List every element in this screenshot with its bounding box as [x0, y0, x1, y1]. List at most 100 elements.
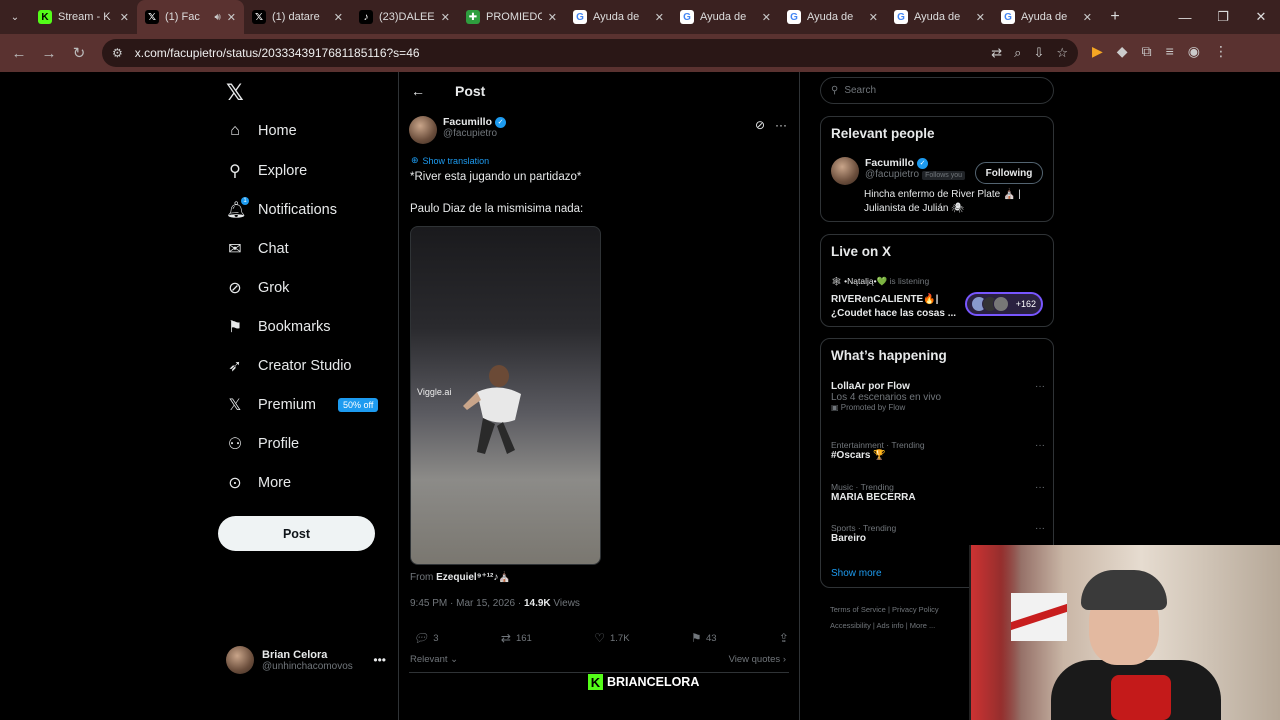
maximize-icon[interactable]: ❐ — [1204, 0, 1242, 34]
show-translation-link[interactable]: ⊕ Show translation — [411, 155, 489, 166]
browser-menu-icon[interactable]: ⋮ — [1214, 43, 1228, 60]
nav-notifications[interactable]: 🔔︎ 1 Notifications — [226, 197, 337, 220]
nav-bookmarks[interactable]: ⚑ Bookmarks — [226, 317, 331, 337]
extension-diamond-icon[interactable]: ◆ — [1117, 43, 1128, 60]
browser-tab[interactable]: G Ayuda de ✕ — [565, 0, 672, 34]
minimize-icon[interactable]: — — [1166, 0, 1204, 34]
zoom-icon[interactable]: ⌕ — [1014, 45, 1021, 61]
trend-item[interactable]: Entertainment · Trending #Oscars 🏆 ··· — [831, 440, 1045, 461]
trend-item[interactable]: LollaAr por Flow Los 4 escenarios en viv… — [831, 381, 1045, 412]
grok-explain-icon[interactable]: ⊘ — [755, 118, 765, 132]
tab-close-icon[interactable]: ✕ — [548, 11, 557, 24]
profile-icon[interactable]: ◉ — [1188, 43, 1200, 60]
trend-more-icon[interactable]: ··· — [1035, 381, 1045, 392]
tab-close-icon[interactable]: ✕ — [762, 11, 771, 24]
trend-item[interactable]: Music · Trending MARIA BECERRA ··· — [831, 482, 1045, 503]
nav-more[interactable]: ⊙ More — [226, 473, 291, 493]
post-time[interactable]: 9:45 PM · Mar 15, 2026 · — [410, 598, 524, 609]
extension-play-icon[interactable]: ▶ — [1092, 43, 1103, 60]
trend-more-icon[interactable]: ··· — [1035, 440, 1045, 451]
like-button[interactable]: ♡ 1.7K — [594, 631, 629, 645]
trend-item[interactable]: Sports · Trending Bareiro ··· — [831, 523, 1045, 544]
tab-label: Ayuda de — [593, 11, 640, 23]
tab-close-icon[interactable]: ✕ — [227, 11, 236, 24]
divider — [409, 672, 789, 673]
tab-close-icon[interactable]: ✕ — [655, 11, 664, 24]
space-title[interactable]: RIVERenCALIENTE🔥| ¿Coudet hace las cosas… — [831, 293, 961, 321]
reply-sort-dropdown[interactable]: Relevant ⌄ — [410, 654, 458, 665]
tab-close-icon[interactable]: ✕ — [976, 11, 985, 24]
bookmark-star-icon[interactable]: ☆ — [1056, 45, 1068, 61]
address-bar[interactable]: ⚙ x.com/facupietro/status/20333439176811… — [102, 39, 1078, 67]
tab-close-icon[interactable]: ✕ — [869, 11, 878, 24]
nav-creator-studio[interactable]: ➶ Creator Studio — [226, 356, 351, 376]
account-switcher[interactable]: Brian Celora @unhinchacomovos ••• — [226, 646, 386, 674]
footer-link[interactable]: More ... — [910, 621, 935, 630]
browser-tab-bar: ⌄ K Stream - K ✕ 𝕏 (1) Fac 🔊︎ ✕ 𝕏 (1) datare ✕ ♪ (2… — [0, 0, 1280, 34]
footer-link[interactable]: Terms of Service — [830, 605, 886, 614]
nav-home[interactable]: ⌂ Home — [226, 122, 297, 140]
view-quotes-link[interactable]: View quotes › — [729, 654, 786, 665]
person-name[interactable]: Facumillo — [865, 157, 914, 169]
install-icon[interactable]: ⇩ — [1033, 45, 1044, 61]
x-logo-icon[interactable]: 𝕏 — [226, 80, 244, 106]
trend-name: #Oscars 🏆 — [831, 450, 886, 461]
nav-premium[interactable]: 𝕏 Premium 50% off — [226, 395, 379, 415]
tab-search-icon[interactable]: ⌄ — [0, 0, 30, 34]
from-user[interactable]: Ezequiel⁹⁺¹²♪⛪ — [436, 572, 511, 583]
listener-name: 🕸 •Nątalją•💚 — [831, 276, 888, 286]
tab-close-icon[interactable]: ✕ — [334, 11, 343, 24]
extensions-puzzle-icon[interactable]: ⧉ — [1142, 43, 1152, 60]
share-button[interactable]: ⇪ — [779, 631, 789, 645]
nav-profile[interactable]: ⚇ Profile — [226, 434, 299, 454]
post-video[interactable]: Viggle.ai — [410, 226, 601, 565]
trend-more-icon[interactable]: ··· — [1035, 482, 1045, 493]
space-join-pill[interactable]: +162 — [965, 292, 1043, 316]
person-handle[interactable]: @facupietro — [865, 169, 919, 180]
bookmark-button[interactable]: ⚑ 43 — [692, 631, 717, 645]
tab-close-icon[interactable]: ✕ — [1083, 11, 1092, 24]
nav-explore[interactable]: ⚲ Explore — [226, 161, 307, 181]
nav-grok[interactable]: ⊘ Grok — [226, 278, 289, 298]
author-handle[interactable]: @facupietro — [443, 128, 506, 139]
reading-list-icon[interactable]: ≡ — [1166, 43, 1174, 60]
browser-tab[interactable]: 𝕏 (1) datare ✕ — [244, 0, 351, 34]
author-avatar[interactable] — [409, 116, 437, 144]
browser-tab[interactable]: G Ayuda de ✕ — [672, 0, 779, 34]
post-button[interactable]: Post — [218, 516, 375, 551]
browser-tab[interactable]: G Ayuda de ✕ — [779, 0, 886, 34]
browser-tab[interactable]: G Ayuda de ✕ — [886, 0, 993, 34]
trend-more-icon[interactable]: ··· — [1035, 523, 1045, 534]
browser-tab[interactable]: G Ayuda de ✕ — [993, 0, 1100, 34]
browser-tab[interactable]: K Stream - K ✕ — [30, 0, 137, 34]
footer-link[interactable]: Privacy Policy — [892, 605, 939, 614]
person-avatar[interactable] — [831, 157, 859, 185]
forward-nav-icon[interactable]: → — [34, 45, 64, 62]
trend-sub: Los 4 escenarios en vivo — [831, 392, 942, 403]
new-tab-button[interactable]: + — [1100, 8, 1130, 26]
site-info-icon[interactable]: ⚙ — [112, 46, 123, 60]
post-more-icon[interactable]: ··· — [775, 118, 787, 132]
reply-button[interactable]: 💬︎ 3 — [413, 631, 439, 645]
tab-close-icon[interactable]: ✕ — [120, 11, 129, 24]
repost-button[interactable]: ⇄ 161 — [501, 631, 532, 645]
nav-chat[interactable]: ✉ Chat — [226, 239, 288, 259]
tab-audio-icon[interactable]: 🔊︎ — [214, 12, 220, 23]
following-button[interactable]: Following — [975, 162, 1043, 184]
tab-close-icon[interactable]: ✕ — [441, 11, 450, 24]
search-input[interactable]: ⚲ Search — [820, 77, 1054, 104]
translate-icon[interactable]: ⇄ — [991, 45, 1002, 61]
post-author[interactable]: Facumillo ✓ @facupietro — [409, 116, 507, 144]
back-arrow-icon[interactable]: ← — [411, 83, 425, 99]
close-window-icon[interactable]: ✕ — [1242, 0, 1280, 34]
reload-icon[interactable]: ↻ — [64, 44, 94, 62]
browser-tab[interactable]: 𝕏 (1) Fac 🔊︎ ✕ — [137, 0, 244, 34]
author-name[interactable]: Facumillo — [443, 116, 492, 128]
more-dots-icon[interactable]: ••• — [373, 653, 386, 667]
browser-tab[interactable]: ♪ (23)DALEE ✕ — [351, 0, 458, 34]
show-more-link[interactable]: Show more — [831, 568, 882, 579]
back-nav-icon[interactable]: ← — [4, 45, 34, 62]
browser-tab[interactable]: ✚ PROMIEDO ✕ — [458, 0, 565, 34]
footer-link[interactable]: Ads info — [877, 621, 904, 630]
footer-link[interactable]: Accessibility — [830, 621, 871, 630]
